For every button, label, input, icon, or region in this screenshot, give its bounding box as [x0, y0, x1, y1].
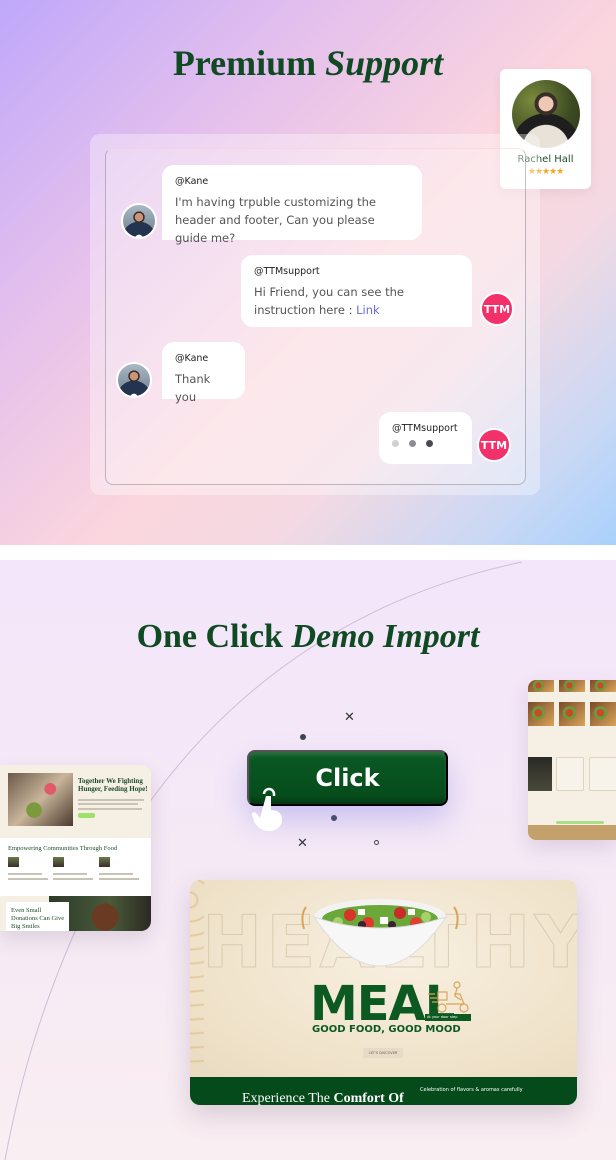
- preview-text-line: [78, 808, 142, 810]
- chat-message-typing: @TTMsupport: [379, 412, 472, 464]
- sparkle-dot-icon: [331, 815, 337, 821]
- chat-message: @Kane Thank you: [162, 342, 245, 404]
- preview-text-line: [99, 878, 139, 880]
- preview-text-line: [53, 878, 93, 880]
- salad-bowl-image: [301, 899, 459, 967]
- demo-import-title: One Click Demo Import: [0, 618, 616, 656]
- demo-preview-charity[interactable]: Together We Fighting Hunger, Feeding Hop…: [0, 765, 151, 931]
- chat-message: @Kane I'm having trpuble customizing the…: [162, 165, 422, 245]
- typing-dot: [409, 440, 416, 447]
- preview-hero-image: [8, 773, 73, 826]
- preview-text-line: [8, 873, 42, 875]
- footer-title-bold: Comfort Of: [333, 1091, 404, 1105]
- delivery-scooter-icon: [428, 981, 469, 1013]
- preview-text-line: [53, 873, 87, 875]
- preview-food-image: [590, 702, 616, 726]
- message-text: Hi Friend, you can see the instruction h…: [254, 283, 459, 319]
- message-handle: @Kane: [175, 353, 209, 364]
- title-plain: One Click: [136, 618, 283, 655]
- user-avatar: [121, 203, 157, 239]
- footer-title-plain: Experience The: [242, 1091, 330, 1105]
- preview-tagline: GOOD FOOD, GOOD MOOD: [312, 1024, 461, 1035]
- preview-hero-title: Together We Fighting Hunger, Feeding Hop…: [78, 777, 148, 793]
- preview-text-line: [99, 873, 133, 875]
- message-body: Hi Friend, you can see the instruction h…: [254, 285, 404, 317]
- typing-dot: [392, 440, 399, 447]
- preview-tag: At your door step: [425, 1014, 471, 1021]
- preview-food-image: [590, 680, 616, 692]
- preview-food-image: [528, 680, 554, 692]
- chat-message: @TTMsupport Hi Friend, you can see the i…: [241, 255, 472, 327]
- preview-donation: Even Small Donations Can Give Big Smiles: [0, 896, 151, 931]
- preview-footer-band: Experience The Comfort Of Celebration of…: [190, 1077, 577, 1105]
- instruction-link[interactable]: Link: [356, 303, 380, 317]
- sparkle-x-icon: ✕: [344, 710, 355, 725]
- demo-preview-restaurant[interactable]: [528, 680, 616, 840]
- user-avatar: [116, 362, 152, 398]
- typing-dot: [426, 440, 433, 447]
- preview-section-title: Empowering Communities Through Food: [8, 845, 118, 852]
- preview-menu-list: [589, 757, 616, 791]
- message-text: Thank you: [175, 372, 211, 404]
- preview-hero-button: [78, 813, 95, 818]
- preview-thumb: [53, 857, 64, 867]
- preview-text-line: [78, 803, 138, 805]
- message-text: I'm having trpuble customizing the heade…: [175, 195, 376, 245]
- preview-footer-bar: [556, 821, 604, 824]
- preview-food-image: [528, 702, 554, 726]
- preview-footer: [528, 825, 616, 840]
- preview-text-line: [8, 878, 48, 880]
- preview-food-image: [559, 680, 585, 692]
- preview-footer-title: Experience The Comfort Of: [242, 1091, 404, 1105]
- title-plain: Premium: [172, 43, 317, 83]
- preview-donation-card: Even Small Donations Can Give Big Smiles: [6, 902, 69, 931]
- title-italic: Support: [325, 43, 444, 83]
- preview-menu-card: [528, 757, 552, 791]
- preview-footer-desc: Celebration of flavors & aromas carefull…: [420, 1087, 523, 1093]
- preview-thumb: [99, 857, 110, 867]
- preview-discover-button: LET'S DISCOVER: [363, 1048, 403, 1058]
- premium-support-section: Premium Support Rachel Hall ★★★★★ @Kane …: [0, 0, 616, 545]
- preview-features: Empowering Communities Through Food: [0, 838, 151, 896]
- support-avatar: TTM: [477, 428, 511, 462]
- message-handle: @TTMsupport: [254, 266, 320, 277]
- title-italic: Demo Import: [291, 618, 480, 655]
- typing-indicator: [392, 440, 459, 447]
- pointer-hand-icon: [251, 787, 282, 831]
- preview-thumb: [8, 857, 19, 867]
- support-avatar: TTM: [480, 292, 514, 326]
- preview-text-line: [78, 799, 144, 801]
- preview-hero: Together We Fighting Hunger, Feeding Hop…: [0, 765, 151, 838]
- preview-menu-list: [556, 757, 584, 791]
- sparkle-ring-icon: [374, 840, 379, 845]
- message-handle: @TTMsupport: [392, 423, 458, 434]
- demo-import-section: One Click Demo Import Together We Fighti…: [0, 560, 616, 1160]
- preview-food-image: [559, 702, 585, 726]
- message-handle: @Kane: [175, 176, 209, 187]
- demo-preview-healthy-meal[interactable]: HEALTHY MEAL At your door step GOOD FOOD…: [190, 880, 577, 1105]
- sparkle-x-icon: ✕: [297, 836, 308, 851]
- sparkle-dot-icon: [300, 734, 306, 740]
- preview-cta-title: Even Small Donations Can Give Big Smiles: [11, 907, 65, 930]
